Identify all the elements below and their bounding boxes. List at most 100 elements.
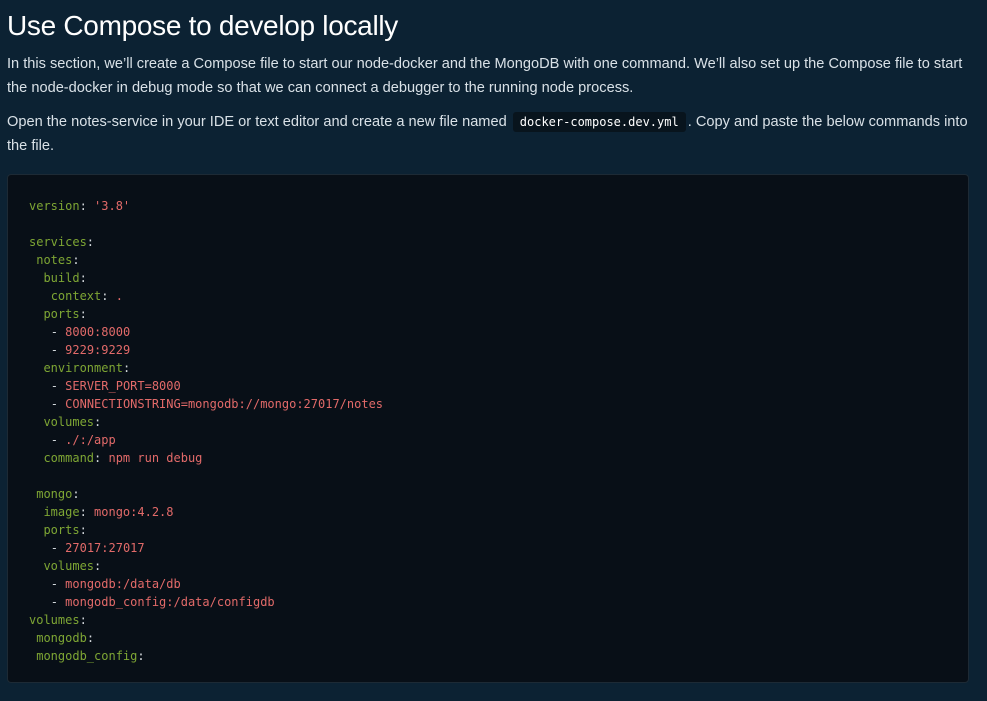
yaml-punctuation: :	[86, 631, 95, 645]
yaml-key: environment	[43, 361, 123, 375]
yaml-value: npm run debug	[108, 451, 203, 465]
code-block: version: '3.8' services: notes: build: co…	[7, 174, 969, 683]
code-line: environment:	[29, 359, 383, 377]
section-heading: Use Compose to develop locally	[7, 10, 398, 41]
yaml-key: volumes	[43, 559, 95, 573]
yaml-key: context	[50, 289, 102, 303]
code-line: volumes:	[29, 611, 383, 629]
yaml-key: ports	[43, 307, 80, 321]
yaml-key: volumes	[29, 613, 80, 627]
yaml-punctuation: -	[50, 325, 66, 339]
yaml-punctuation: :	[79, 505, 95, 519]
code-content: version: '3.8' services: notes: build: co…	[29, 197, 383, 665]
yaml-value: '3.8'	[94, 199, 131, 213]
yaml-key: mongodb	[36, 631, 87, 645]
yaml-value: CONNECTIONSTRING=mongodb://mongo:27017/n…	[65, 397, 384, 411]
yaml-value: mongo:4.2.8	[94, 505, 174, 519]
yaml-punctuation: :	[79, 199, 95, 213]
yaml-punctuation: -	[50, 541, 66, 555]
code-line: mongodb:	[29, 629, 383, 647]
yaml-key: build	[43, 271, 80, 285]
code-line: - SERVER_PORT=8000	[29, 377, 383, 395]
code-line: ports:	[29, 305, 383, 323]
yaml-value: mongodb_config:/data/configdb	[65, 595, 275, 609]
code-line: - 8000:8000	[29, 323, 383, 341]
yaml-punctuation: -	[50, 379, 66, 393]
code-line: - 9229:9229	[29, 341, 383, 359]
yaml-punctuation: :	[72, 253, 80, 267]
yaml-key: volumes	[43, 415, 95, 429]
code-line: - mongodb_config:/data/configdb	[29, 593, 383, 611]
code-line: notes:	[29, 251, 383, 269]
yaml-value: mongodb:/data/db	[65, 577, 181, 591]
code-line: volumes:	[29, 557, 383, 575]
code-line: image: mongo:4.2.8	[29, 503, 383, 521]
yaml-punctuation: :	[72, 487, 80, 501]
yaml-key: image	[43, 505, 80, 519]
yaml-punctuation: :	[79, 523, 87, 537]
yaml-punctuation: :	[94, 559, 102, 573]
yaml-key: mongo	[36, 487, 73, 501]
yaml-punctuation: :	[122, 361, 131, 375]
code-line: mongodb_config:	[29, 647, 383, 665]
code-line: command: npm run debug	[29, 449, 383, 467]
yaml-value: .	[115, 289, 123, 303]
yaml-punctuation: -	[50, 343, 66, 357]
instruction-text-before: Open the notes-service in your IDE or te…	[7, 114, 507, 130]
yaml-value: SERVER_PORT=8000	[65, 379, 181, 393]
yaml-value: 8000:8000	[65, 325, 131, 339]
yaml-punctuation: -	[50, 577, 66, 591]
docs-page: Use Compose to develop locally In this s…	[0, 0, 987, 701]
yaml-value: 9229:9229	[65, 343, 131, 357]
code-line: version: '3.8'	[29, 197, 383, 215]
yaml-key: command	[43, 451, 95, 465]
code-line: - CONNECTIONSTRING=mongodb://mongo:27017…	[29, 395, 383, 413]
yaml-value: 27017:27017	[65, 541, 145, 555]
yaml-key: notes	[36, 253, 73, 267]
code-line: mongo:	[29, 485, 383, 503]
code-line: services:	[29, 233, 383, 251]
code-line: - mongodb:/data/db	[29, 575, 383, 593]
yaml-punctuation: :	[79, 271, 87, 285]
yaml-key: ports	[43, 523, 80, 537]
filename-inline-code: docker-compose.dev.yml	[512, 112, 686, 132]
yaml-punctuation: :	[137, 649, 145, 663]
yaml-punctuation: -	[50, 397, 66, 411]
code-line: - 27017:27017	[29, 539, 383, 557]
yaml-key: services	[29, 235, 87, 249]
instruction-paragraph: Open the notes-service in your IDE or te…	[7, 110, 979, 158]
yaml-key: mongodb_config	[36, 649, 138, 663]
yaml-punctuation: :	[79, 307, 87, 321]
yaml-punctuation: -	[50, 433, 66, 447]
code-line: - ./:/app	[29, 431, 383, 449]
yaml-punctuation: :	[101, 289, 116, 303]
yaml-punctuation: -	[50, 595, 66, 609]
code-line: build:	[29, 269, 383, 287]
intro-paragraph: In this section, we’ll create a Compose …	[7, 56, 963, 96]
code-line: ports:	[29, 521, 383, 539]
code-line: context: .	[29, 287, 383, 305]
yaml-punctuation: :	[86, 235, 95, 249]
code-line: volumes:	[29, 413, 383, 431]
yaml-key: version	[29, 199, 80, 213]
yaml-punctuation: :	[94, 451, 109, 465]
yaml-punctuation: :	[79, 613, 87, 627]
